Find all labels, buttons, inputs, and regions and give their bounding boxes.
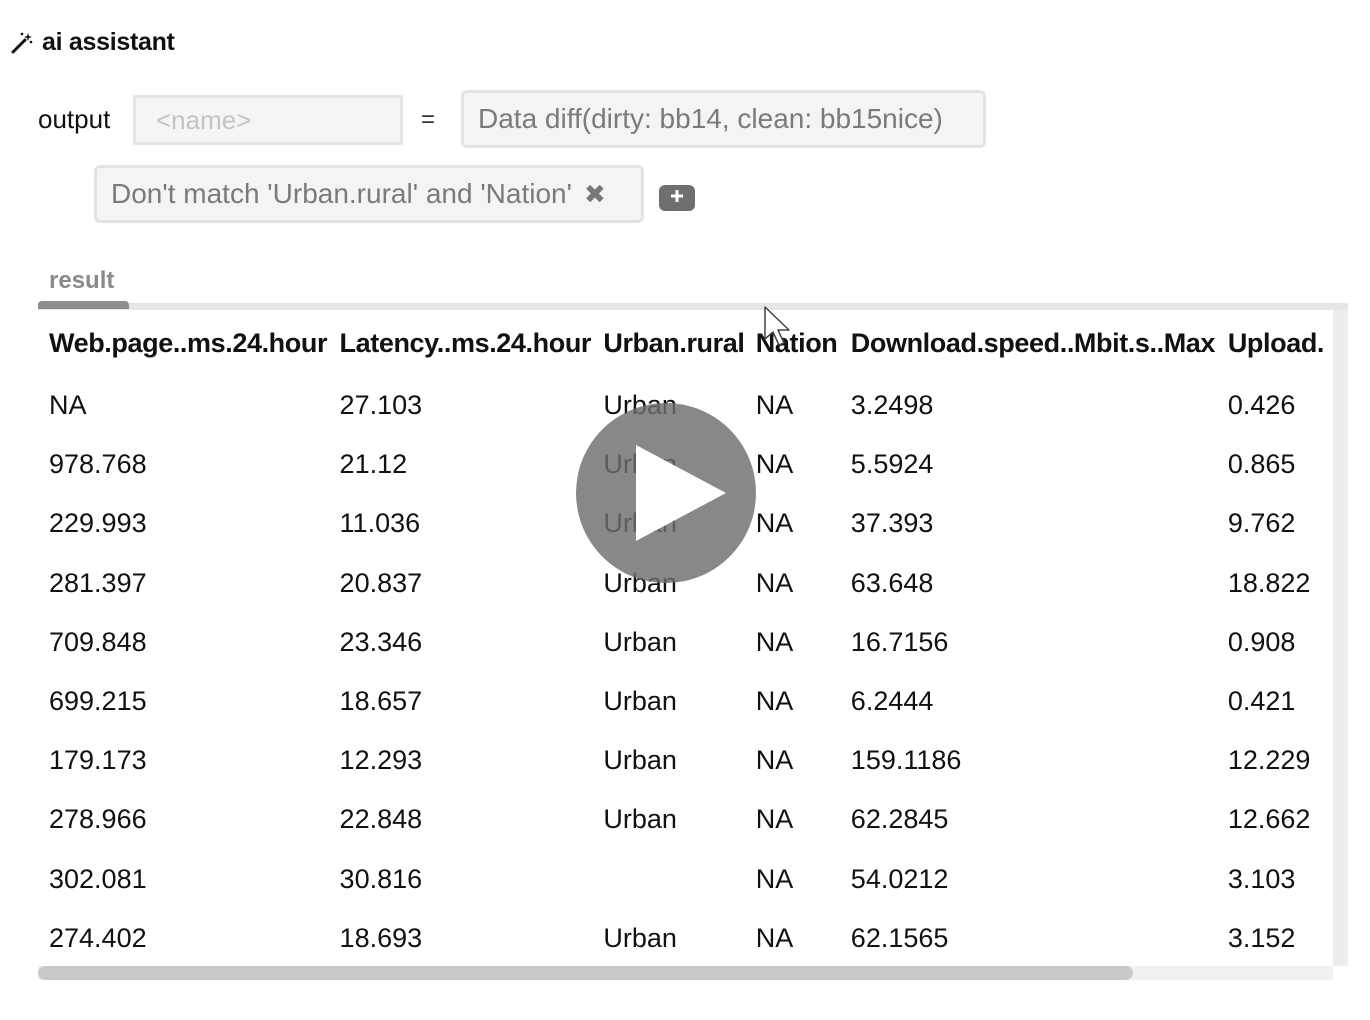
filter-chip-label: Don't match 'Urban.rural' and 'Nation' (111, 178, 572, 209)
header: ai assistant (10, 28, 175, 57)
tab-result[interactable]: result (49, 267, 114, 295)
table-cell: 12.662 (1227, 804, 1311, 835)
table-cell: Urban (603, 922, 677, 953)
table-cell: 0.426 (1227, 390, 1296, 421)
table-cell: 0.865 (1227, 449, 1296, 480)
column-header[interactable]: Upload. (1217, 310, 1333, 376)
tab-active-indicator (38, 301, 129, 309)
table-cell: Urban (603, 626, 677, 657)
table-cell: NA (755, 449, 794, 480)
table-row: 179.173 12.293 Urban NA 159.1186 12.229 (38, 731, 1333, 790)
table-cell: NA (49, 390, 87, 421)
table-cell: 54.0212 (850, 863, 949, 894)
table-cell: 11.036 (339, 508, 421, 539)
column-header[interactable]: Web.page..ms.24.hour (38, 310, 329, 376)
table-cell: 159.1186 (850, 745, 962, 776)
table-cell: 699.215 (49, 686, 147, 717)
equals-sign: = (421, 106, 436, 133)
table-cell: NA (755, 804, 794, 835)
operation-label: Data diff(dirty: bb14, clean: bb15nice) (478, 103, 943, 134)
operation-selector[interactable]: Data diff(dirty: bb14, clean: bb15nice) (461, 90, 986, 148)
table-cell: NA (755, 922, 794, 953)
page-title: ai assistant (42, 28, 175, 56)
table-cell: 274.402 (49, 922, 147, 953)
table-row: 302.081 30.816 NA 54.0212 3.103 (38, 850, 1333, 909)
magic-wand-icon (10, 31, 34, 55)
table-cell: NA (755, 686, 794, 717)
table-cell: 18.657 (339, 686, 423, 717)
table-cell: 23.346 (339, 626, 423, 657)
filter-chip[interactable]: Don't match 'Urban.rural' and 'Nation' ✖ (94, 165, 644, 223)
table-cell: 21.12 (339, 449, 408, 480)
table-cell: NA (755, 745, 794, 776)
table-cell: 12.229 (1227, 745, 1311, 776)
table-cell: 3.103 (1227, 863, 1296, 894)
table-cell: 302.081 (49, 863, 147, 894)
table-cell: 62.2845 (850, 804, 949, 835)
table-cell: NA (755, 508, 794, 539)
table-cell: 179.173 (49, 745, 147, 776)
table-cell: 978.768 (49, 449, 147, 480)
output-name-input[interactable] (133, 95, 403, 145)
table-row: 278.966 22.848 Urban NA 62.2845 12.662 (38, 790, 1333, 849)
table-row: 709.848 23.346 Urban NA 16.7156 0.908 (38, 613, 1333, 672)
tab-divider (38, 303, 1348, 310)
close-icon[interactable]: ✖ (584, 181, 606, 207)
table-row: 274.402 18.693 Urban NA 62.1565 3.152 (38, 909, 1333, 966)
table-cell: 18.693 (339, 922, 423, 953)
table-cell: 62.1565 (850, 922, 949, 953)
horizontal-scrollbar-thumb[interactable] (38, 966, 1133, 980)
table-cell: Urban (603, 745, 677, 776)
table-cell: 12.293 (339, 745, 423, 776)
output-label: output (38, 104, 111, 134)
table-row: 699.215 18.657 Urban NA 6.2444 0.421 (38, 672, 1333, 731)
ai-assistant-panel: ai assistant output = Data diff(dirty: b… (0, 0, 1370, 1020)
table-cell: NA (755, 390, 794, 421)
table-cell: 0.421 (1227, 686, 1296, 717)
table-cell: 229.993 (49, 508, 147, 539)
table-cell: 63.648 (850, 567, 934, 598)
table-cell: 37.393 (850, 508, 934, 539)
video-play-button[interactable] (576, 403, 756, 583)
table-cell: 281.397 (49, 567, 147, 598)
column-header[interactable]: Download.speed..Mbit.s..Max (840, 310, 1217, 376)
table-cell: 16.7156 (850, 626, 949, 657)
table-cell: Urban (603, 804, 677, 835)
column-header[interactable]: Urban.rural (592, 310, 745, 376)
table-cell: 30.816 (339, 863, 423, 894)
table-cell: NA (755, 567, 794, 598)
table-cell: 9.762 (1227, 508, 1296, 539)
table-cell (592, 850, 744, 909)
table-cell: 3.152 (1227, 922, 1296, 953)
plus-icon (670, 189, 684, 208)
table-cell: NA (755, 626, 794, 657)
table-cell: 6.2444 (850, 686, 934, 717)
table-cell: 0.908 (1227, 626, 1296, 657)
table-header-row: Web.page..ms.24.hour Latency..ms.24.hour… (38, 310, 1333, 376)
table-cell: 5.5924 (850, 449, 934, 480)
table-cell: NA (755, 863, 794, 894)
table-cell: 22.848 (339, 804, 423, 835)
add-filter-button[interactable] (659, 185, 695, 211)
table-cell: Urban (603, 686, 677, 717)
table-cell: 18.822 (1227, 567, 1311, 598)
table-cell: 20.837 (339, 567, 423, 598)
column-header[interactable]: Latency..ms.24.hour (329, 310, 593, 376)
table-cell: 709.848 (49, 626, 147, 657)
table-cell: 3.2498 (850, 390, 934, 421)
table-cell: 278.966 (49, 804, 147, 835)
mouse-cursor-icon (763, 305, 793, 352)
vertical-scrollbar[interactable] (1333, 310, 1348, 966)
table-cell: 27.103 (339, 390, 423, 421)
